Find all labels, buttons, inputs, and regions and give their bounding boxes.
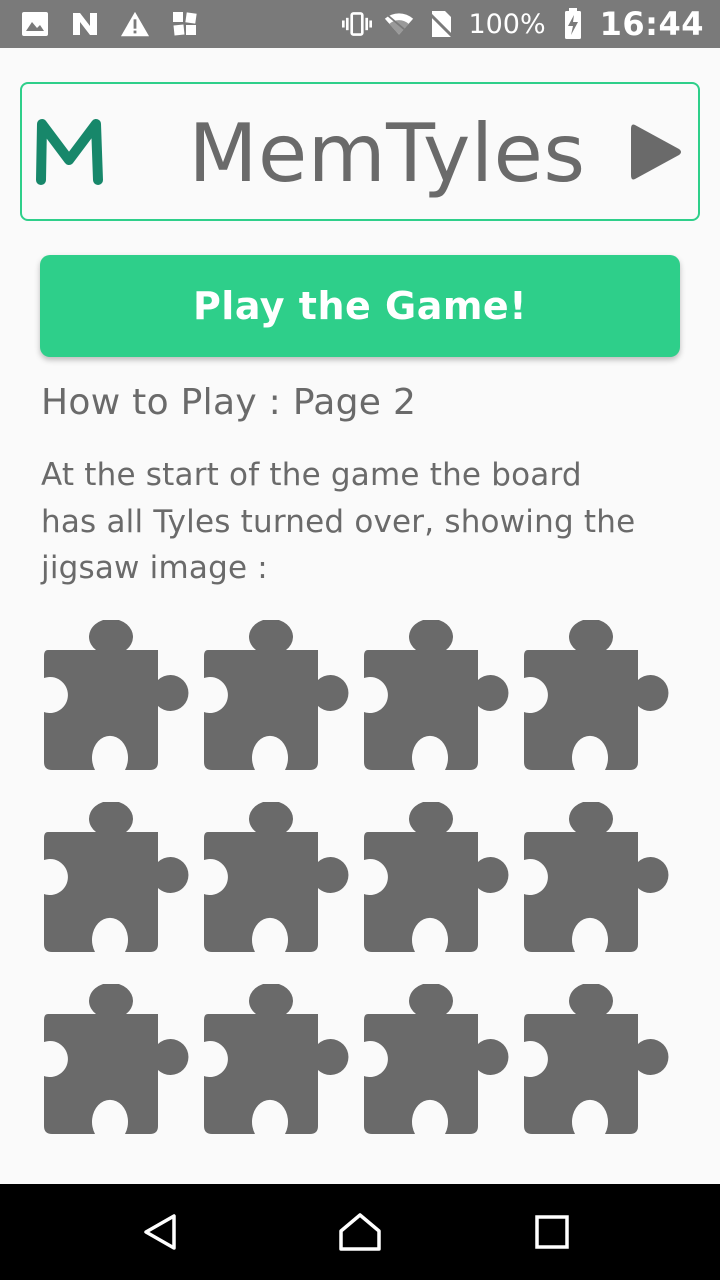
howto-title: How to Play : Page 2 — [41, 382, 417, 423]
puzzle-tile[interactable] — [40, 620, 200, 780]
puzzle-tile[interactable] — [200, 984, 360, 1144]
play-game-button[interactable]: Play the Game! — [40, 255, 680, 357]
puzzle-tile[interactable] — [520, 984, 680, 1144]
wifi-icon — [384, 9, 414, 39]
clock: 16:44 — [599, 5, 704, 43]
puzzle-tile[interactable] — [200, 620, 360, 780]
status-bar: 100% 16:44 — [0, 0, 720, 48]
jigsaw-piece-icon — [204, 620, 349, 770]
howto-body: At the start of the game the board has a… — [41, 452, 681, 592]
app-title: MemTyles — [188, 107, 586, 200]
vibrate-icon — [342, 9, 373, 39]
image-icon — [20, 9, 50, 39]
puzzle-tile[interactable] — [360, 620, 520, 780]
howto-line: jigsaw image : — [41, 550, 268, 586]
battery-percent: 100% — [468, 8, 546, 40]
home-icon — [339, 1213, 381, 1251]
jigsaw-piece-icon — [524, 802, 669, 952]
jigsaw-piece-icon — [44, 984, 189, 1134]
puzzle-board — [40, 620, 680, 1140]
battery-charging-icon — [558, 8, 588, 39]
puzzle-tile[interactable] — [200, 802, 360, 962]
recent-apps-button[interactable] — [524, 1204, 580, 1260]
back-triangle-icon — [144, 1214, 176, 1250]
jigsaw-piece-icon — [364, 620, 509, 770]
play-triangle-icon — [631, 124, 681, 180]
back-button[interactable] — [132, 1204, 188, 1260]
header-card: MemTyles — [20, 82, 700, 221]
jigsaw-piece-icon — [204, 802, 349, 952]
home-button[interactable] — [332, 1204, 388, 1260]
n-icon — [70, 9, 100, 39]
recent-apps-icon — [535, 1215, 569, 1249]
status-right-icons: 100% 16:44 — [342, 5, 704, 43]
puzzle-tile[interactable] — [520, 620, 680, 780]
puzzle-tile[interactable] — [40, 802, 200, 962]
no-sim-icon — [426, 9, 456, 39]
puzzle-tile[interactable] — [520, 802, 680, 962]
puzzle-tile[interactable] — [360, 802, 520, 962]
status-left-icons — [20, 8, 200, 40]
jigsaw-piece-icon — [44, 620, 189, 770]
next-page-button[interactable] — [626, 120, 686, 184]
jigsaw-piece-icon — [524, 620, 669, 770]
jigsaw-piece-icon — [204, 984, 349, 1134]
navigation-bar — [0, 1184, 720, 1280]
jigsaw-piece-icon — [364, 984, 509, 1134]
howto-line: has all Tyles turned over, showing the — [41, 503, 636, 540]
jigsaw-piece-icon — [364, 802, 509, 952]
puzzle-tile[interactable] — [360, 984, 520, 1144]
app-logo — [34, 116, 104, 188]
jigsaw-piece-icon — [524, 984, 669, 1134]
puzzle-tile[interactable] — [40, 984, 200, 1144]
warning-icon — [120, 9, 150, 39]
scattered-squares-icon — [170, 9, 200, 39]
jigsaw-piece-icon — [44, 802, 189, 952]
howto-line: At the start of the game the board — [41, 457, 582, 493]
